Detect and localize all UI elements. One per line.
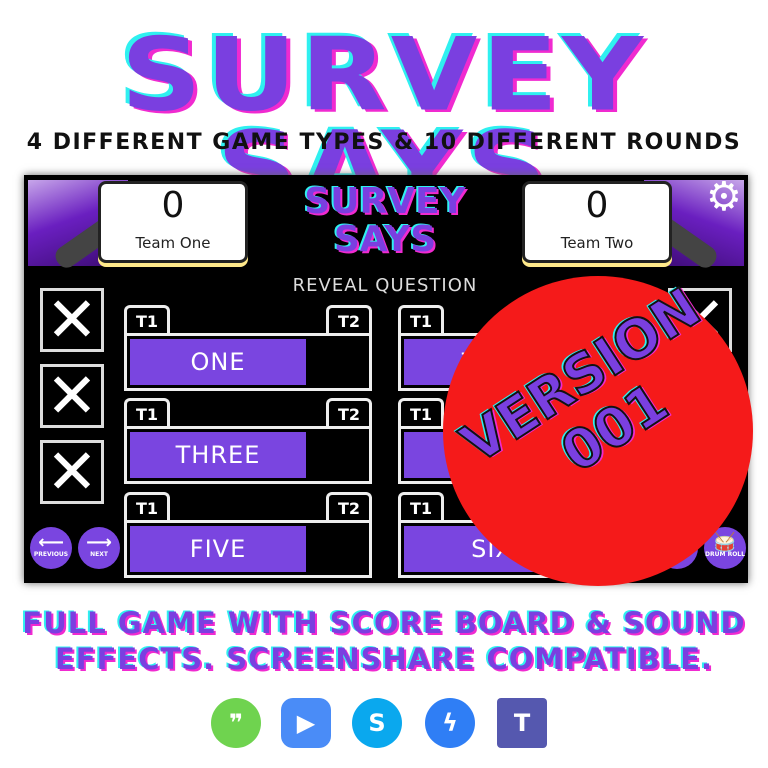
arrow-left-icon: ⟵ bbox=[38, 532, 64, 553]
arrow-right-icon: ⟶ bbox=[86, 532, 112, 553]
next-button[interactable]: ⟶ NEXT bbox=[78, 527, 120, 569]
skype-icon: S bbox=[352, 698, 402, 748]
answer-panel[interactable]: T1 T2 FIVE bbox=[124, 492, 372, 578]
zoom-icon: ▶ bbox=[281, 698, 331, 748]
subtitle: 4 DIFFERENT GAME TYPES & 10 DIFFERENT RO… bbox=[26, 130, 742, 155]
strike-button-2[interactable]: ✕ bbox=[40, 364, 104, 428]
tab-t1[interactable]: T1 bbox=[398, 305, 444, 335]
tab-t1[interactable]: T1 bbox=[398, 398, 444, 428]
previous-button[interactable]: ⟵ PREVIOUS bbox=[30, 527, 72, 569]
answer-bar: THREE bbox=[124, 426, 372, 484]
team-two-score[interactable]: 0 Team Two bbox=[522, 181, 672, 263]
gear-icon[interactable]: ⚙ bbox=[706, 177, 742, 217]
reveal-question-button[interactable]: REVEAL QUESTION bbox=[224, 275, 546, 296]
board-title: SURVEY SAYS bbox=[304, 181, 466, 260]
footer-line-1: FULL GAME WITH SCORE BOARD & SOUND bbox=[22, 606, 746, 640]
answer-text: ONE bbox=[130, 339, 306, 385]
strike-button-3[interactable]: ✕ bbox=[40, 440, 104, 504]
answer-text: THREE bbox=[130, 432, 306, 478]
tab-t2[interactable]: T2 bbox=[326, 398, 372, 428]
hangouts-icon: ❞ bbox=[211, 698, 261, 748]
team-one-score[interactable]: 0 Team One bbox=[98, 181, 248, 263]
answer-bar: FIVE bbox=[124, 520, 372, 578]
tab-t2[interactable]: T2 bbox=[326, 492, 372, 522]
tab-t1[interactable]: T1 bbox=[124, 398, 170, 428]
footer-line-2: EFFECTS. SCREENSHARE COMPATIBLE. bbox=[54, 642, 714, 676]
strike-button-1[interactable]: ✕ bbox=[40, 288, 104, 352]
answer-panel[interactable]: T1 T2 ONE bbox=[124, 305, 372, 391]
tab-t2[interactable]: T2 bbox=[326, 305, 372, 335]
tab-t1[interactable]: T1 bbox=[124, 305, 170, 335]
answer-text: FIVE bbox=[130, 526, 306, 572]
messenger-icon: ϟ bbox=[425, 698, 475, 748]
answer-panel[interactable]: T1 T2 THREE bbox=[124, 398, 372, 484]
tab-t1[interactable]: T1 bbox=[398, 492, 444, 522]
answer-bar: ONE bbox=[124, 333, 372, 391]
teams-icon: T bbox=[497, 698, 547, 748]
tab-t1[interactable]: T1 bbox=[124, 492, 170, 522]
